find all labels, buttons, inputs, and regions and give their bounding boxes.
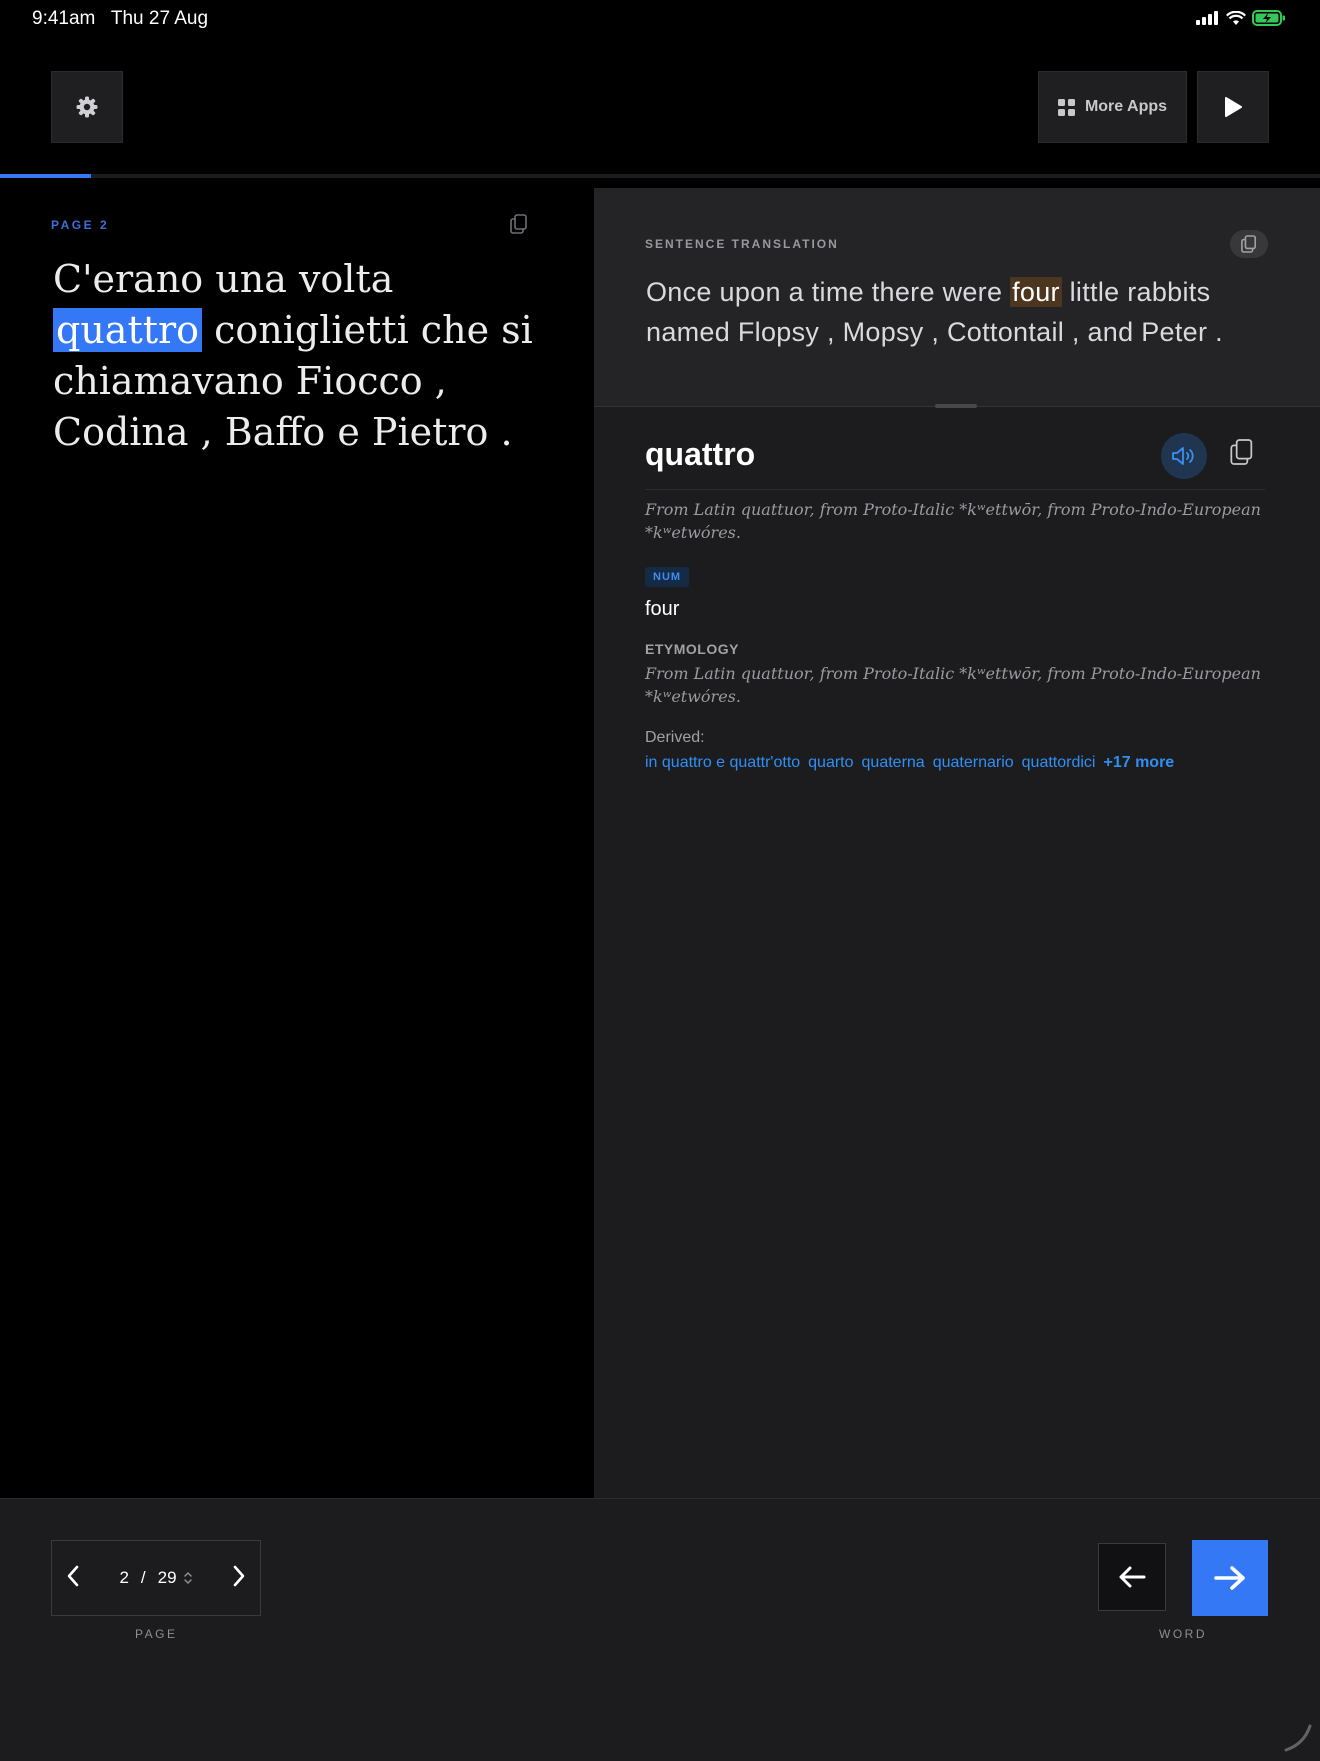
speaker-icon [1172, 447, 1194, 465]
derived-heading: Derived: [645, 729, 705, 746]
entry-word: quattro [645, 436, 756, 472]
derived-word-link[interactable]: quattordici [1022, 754, 1096, 772]
resize-corner-icon [1284, 1724, 1312, 1752]
copy-icon [1230, 439, 1253, 465]
play-icon [1225, 97, 1242, 117]
more-apps-label: More Apps [1084, 98, 1168, 115]
previous-word-button[interactable] [1098, 1543, 1166, 1611]
total-pages: 29 [157, 1568, 177, 1587]
panel-drag-handle[interactable] [935, 404, 977, 408]
copy-translation-button[interactable] [1230, 230, 1268, 258]
source-sentence[interactable]: C'erano una volta quattro coniglietti ch… [53, 254, 553, 458]
derived-word-link[interactable]: quaternario [933, 754, 1014, 772]
settings-button[interactable] [51, 71, 123, 143]
page-separator: / [140, 1568, 146, 1587]
cellular-signal-icon [1196, 11, 1218, 25]
reading-progress-fill [0, 174, 92, 178]
next-word-button[interactable] [1192, 1540, 1268, 1616]
derived-word-link[interactable]: quaterna [862, 754, 925, 772]
page-label: PAGE 2 [51, 218, 110, 232]
previous-page-button[interactable] [66, 1565, 80, 1592]
etymology-heading: ETYMOLOGY [645, 641, 739, 657]
gear-icon [76, 96, 98, 118]
entry-divider [645, 489, 1265, 490]
status-icons [1196, 10, 1286, 26]
copy-source-button[interactable] [510, 214, 528, 239]
derived-word-link[interactable]: in quattro e quattr'otto [645, 754, 800, 772]
etymology-summary: From Latin quattuor, from Proto-Italic *… [645, 500, 1261, 542]
translation-highlight: four [1010, 277, 1062, 307]
source-text-before[interactable]: C'erano una volta [53, 257, 393, 301]
next-page-button[interactable] [232, 1565, 246, 1592]
word-nav-caption: WORD [1159, 1627, 1207, 1641]
grid-icon [1057, 98, 1075, 116]
battery-charging-icon [1252, 10, 1285, 26]
copy-icon [510, 214, 527, 234]
chevron-left-icon [67, 1565, 79, 1586]
status-clock: 9:41am [32, 8, 96, 29]
derived-words: in quattro e quattr'otto quarto quaterna… [645, 754, 1174, 772]
page-pager: 2 / 29 [51, 1540, 261, 1616]
current-page: 2 [119, 1568, 129, 1587]
translation-text-before: Once upon a time there were [646, 277, 1011, 307]
status-date: Thu 27 Aug [110, 8, 209, 29]
copy-icon [1241, 235, 1257, 253]
definition: four [645, 598, 680, 620]
wifi-icon [1226, 10, 1246, 25]
etymology-text: From Latin quattuor, from Proto-Italic *… [645, 664, 1261, 706]
derived-more-link[interactable]: +17 more [1103, 754, 1174, 772]
chevron-right-icon [233, 1565, 245, 1586]
reading-progress-bar [0, 174, 1320, 178]
more-apps-button[interactable]: More Apps [1038, 71, 1187, 143]
bottom-navigation-bar [0, 1498, 1320, 1761]
selected-word[interactable]: quattro [53, 308, 203, 352]
arrow-right-icon [1214, 1566, 1245, 1590]
arrow-left-icon [1119, 1566, 1146, 1588]
page-selector[interactable]: 2 / 29 [119, 1568, 192, 1588]
part-of-speech-badge: NUM [645, 567, 690, 587]
status-time: 9:41am Thu 27 Aug [32, 8, 208, 30]
pronounce-button[interactable] [1161, 433, 1207, 479]
chevron-up-down-icon [183, 1571, 192, 1585]
translation-sentence: Once upon a time there were four little … [646, 272, 1266, 352]
derived-word-link[interactable]: quarto [808, 754, 853, 772]
copy-word-button[interactable] [1230, 438, 1254, 471]
play-button[interactable] [1197, 71, 1269, 143]
pager-caption: PAGE [135, 1627, 178, 1641]
translation-label: SENTENCE TRANSLATION [645, 237, 839, 251]
